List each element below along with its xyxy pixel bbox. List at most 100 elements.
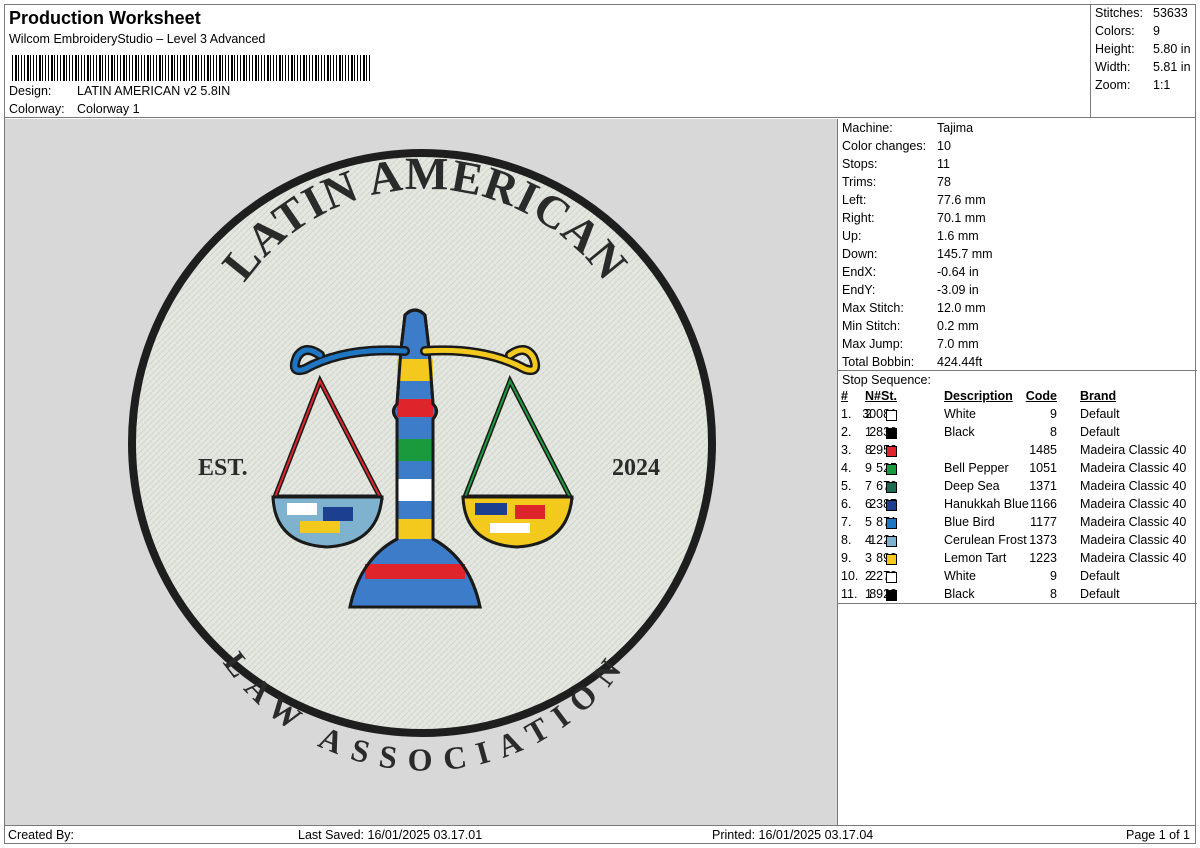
created-by: Created By: <box>8 828 75 842</box>
summary-label: Colors: <box>1095 24 1135 38</box>
thread-code: 1166 <box>1030 497 1057 511</box>
table-row: 6. 6 2387 Hanukkah Blue 1166 Madeira Classic … <box>838 497 1197 515</box>
est-text: EST. <box>198 455 248 481</box>
row-number: 11. <box>841 587 858 601</box>
col-header-description: Description <box>944 389 1013 403</box>
thread-brand: Madeira Classic 40 <box>1080 461 1187 475</box>
thread-brand: Default <box>1080 407 1120 421</box>
machine-label: Color changes: <box>842 139 927 153</box>
worksheet-footer: Created By: Last Saved: 16/01/2025 03.17… <box>4 825 1196 844</box>
thread-brand: Madeira Classic 40 <box>1080 479 1187 493</box>
machine-row: EndY: -3.09 in <box>842 283 979 297</box>
machine-row: Total Bobbin: 424.44ft <box>842 355 982 369</box>
machine-row: Max Stitch: 12.0 mm <box>842 301 986 315</box>
machine-label: EndX: <box>842 265 877 279</box>
summary-value: 53633 <box>1153 6 1188 20</box>
row-number: 3. <box>841 443 852 457</box>
table-row: 7.5871Blue Bird1177Madeira Classic 40 <box>838 515 1197 533</box>
machine-label: Min Stitch: <box>842 319 901 333</box>
machine-value: 10 <box>937 139 951 153</box>
table-row: 2. 1 2830 Black 8 Default <box>838 425 1197 443</box>
thread-brand: Madeira Classic 40 <box>1080 443 1187 457</box>
machine-row: Max Jump: 7.0 mm <box>842 337 979 351</box>
summary-label: Width: <box>1095 60 1131 74</box>
machine-row: Machine: Tajima <box>842 121 973 135</box>
summary-row: Colors: 9 <box>1095 24 1160 38</box>
thread-description: White <box>944 569 976 583</box>
color-swatch <box>886 518 897 529</box>
colorway-row: Colorway: Colorway 1 <box>9 102 140 116</box>
table-row: 1. 2 30081 White 9 Default <box>838 407 1197 425</box>
printed-date: Printed: 16/01/2025 03.17.04 <box>712 828 874 842</box>
machine-value: 0.2 mm <box>937 319 979 333</box>
machine-value: 145.7 mm <box>937 247 993 261</box>
row-number: 6. <box>841 497 852 511</box>
stop-sequence-title: Stop Sequence: <box>842 373 931 387</box>
row-number: 10. <box>841 569 859 583</box>
machine-label: Left: <box>842 193 867 207</box>
details-panel: Machine: Tajima Color changes: 10 Stops: 11… <box>837 119 1197 825</box>
summary-row: Height: 5.80 in <box>1095 42 1191 56</box>
machine-row: Color changes: 10 <box>842 139 951 153</box>
machine-label: Max Stitch: <box>842 301 904 315</box>
thread-description: Bell Pepper <box>944 461 1009 475</box>
row-number: 7. <box>841 515 852 529</box>
machine-label: Max Jump: <box>842 337 904 351</box>
color-swatch <box>886 464 897 475</box>
colorway-label: Colorway: <box>9 102 65 116</box>
summary-row: Width: 5.81 in <box>1095 60 1191 74</box>
thread-brand: Default <box>1080 425 1120 439</box>
machine-row: EndX: -0.64 in <box>842 265 979 279</box>
thread-description: Lemon Tart <box>944 551 1007 565</box>
machine-value: -0.64 in <box>937 265 979 279</box>
machine-value: 70.1 mm <box>937 211 986 225</box>
machine-row: Trims: 78 <box>842 175 951 189</box>
machine-row: Right: 70.1 mm <box>842 211 986 225</box>
thread-description: Black <box>944 425 975 439</box>
thread-code: 1051 <box>1029 461 1057 475</box>
thread-description: Cerulean Frost <box>944 533 1027 547</box>
summary-value: 9 <box>1153 24 1160 38</box>
machine-value: 7.0 mm <box>937 337 979 351</box>
colorway-value: Colorway 1 <box>77 102 140 116</box>
page-number: Page 1 of 1 <box>1126 828 1190 842</box>
thread-code: 1177 <box>1030 515 1057 529</box>
last-saved: Last Saved: 16/01/2025 03.17.01 <box>298 828 483 842</box>
thread-brand: Madeira Classic 40 <box>1080 551 1187 565</box>
table-row: 4.9525Bell Pepper1051Madeira Classic 40 <box>838 461 1197 479</box>
thread-description: White <box>944 407 976 421</box>
thread-brand: Madeira Classic 40 <box>1080 497 1187 511</box>
software-subtitle: Wilcom EmbroideryStudio – Level 3 Advanc… <box>9 32 266 46</box>
machine-row: Min Stitch: 0.2 mm <box>842 319 979 333</box>
machine-value: 424.44ft <box>937 355 983 369</box>
needle-number: 9 <box>865 461 872 475</box>
machine-label: Trims: <box>842 175 877 189</box>
machine-value: -3.09 in <box>937 283 979 297</box>
row-number: 5. <box>841 479 852 493</box>
design-label: Design: <box>9 84 52 98</box>
machine-value: 11 <box>937 157 950 171</box>
col-header-code: Code <box>1025 389 1057 403</box>
color-swatch <box>886 536 897 547</box>
row-number: 8. <box>841 533 852 547</box>
row-number: 1. <box>841 407 852 421</box>
needle-number: 3 <box>865 551 872 565</box>
summary-panel: Stitches: 53633 Colors: 9 Height: 5.80 in W… <box>1091 4 1196 118</box>
thread-brand: Madeira Classic 40 <box>1080 515 1187 529</box>
design-row: Design: LATIN AMERICAN v2 5.8IN <box>9 84 230 98</box>
year-text: 2024 <box>612 455 660 481</box>
color-swatch <box>886 428 897 439</box>
thread-code: 1373 <box>1029 533 1057 547</box>
machine-value: Tajima <box>937 121 974 135</box>
thread-code: 9 <box>1050 407 1057 421</box>
thread-description: Hanukkah Blue <box>944 497 1029 511</box>
color-swatch <box>886 572 897 583</box>
summary-label: Zoom: <box>1095 78 1131 92</box>
thread-description: Black <box>944 587 975 601</box>
summary-value: 5.80 in <box>1153 42 1191 56</box>
machine-label: Stops: <box>842 157 878 171</box>
machine-label: Total Bobbin: <box>842 355 915 369</box>
color-swatch <box>886 590 897 601</box>
color-swatch <box>886 446 897 457</box>
section-divider <box>838 603 1197 604</box>
